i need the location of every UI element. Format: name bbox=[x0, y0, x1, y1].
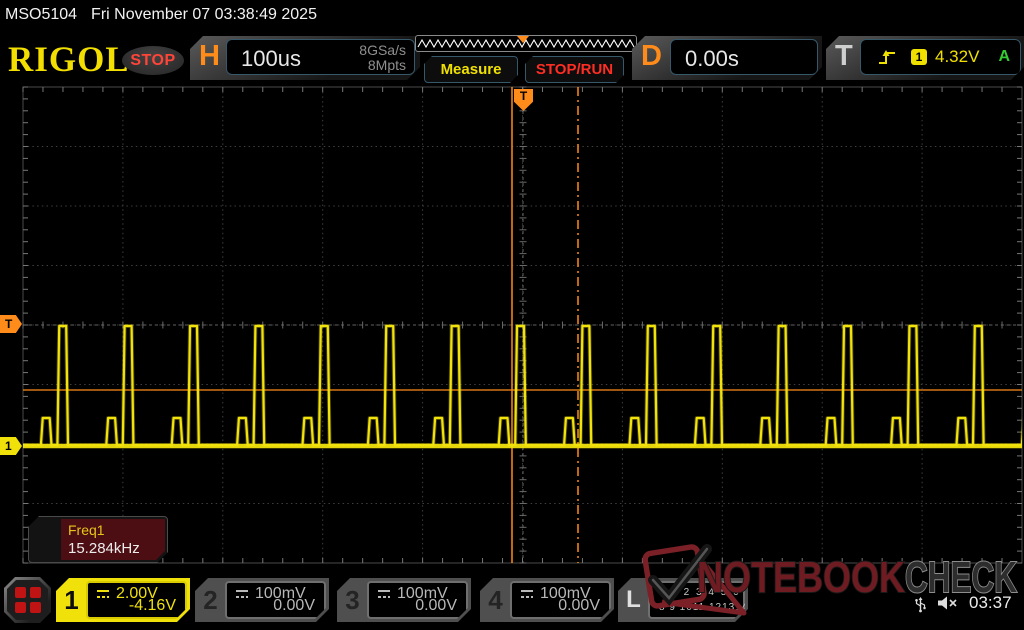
channel1-ground-flag-label: 1 bbox=[5, 439, 12, 453]
channel-1-offset: -4.16V bbox=[129, 597, 176, 615]
dc-coupling-icon bbox=[376, 588, 392, 600]
oscilloscope-screen: MSO5104 Fri November 07 03:38:49 2025 RI… bbox=[0, 0, 1024, 630]
speaker-muted-icon bbox=[936, 595, 960, 611]
channel-tab-4[interactable]: 4 100mV 0.00V bbox=[480, 578, 614, 622]
trigger-level-flag-label: T bbox=[5, 317, 12, 331]
channel-4-offset: 0.00V bbox=[558, 597, 600, 615]
logic-analyzer-tab[interactable]: L 0 1 2 3 4 5 6 7 8 9 1011 12131415 bbox=[618, 578, 748, 622]
usb-icon bbox=[914, 594, 927, 613]
channel-2-number: 2 bbox=[195, 578, 226, 622]
measurement-panel[interactable]: Freq1 15.284kHz bbox=[28, 516, 168, 563]
channel-tab-3[interactable]: 3 100mV 0.00V bbox=[337, 578, 471, 622]
channel-1-readout: 2.00V -4.16V bbox=[86, 581, 187, 619]
channel-tab-2[interactable]: 2 100mV 0.00V bbox=[195, 578, 329, 622]
main-menu-grid-icon bbox=[7, 580, 48, 620]
channel-3-number: 3 bbox=[337, 578, 368, 622]
dc-coupling-icon bbox=[95, 588, 111, 600]
measurement-value: 15.284kHz bbox=[68, 540, 140, 557]
clock-time: 03:37 bbox=[969, 593, 1012, 613]
channel-3-offset: 0.00V bbox=[415, 597, 457, 615]
dc-coupling-icon bbox=[519, 588, 535, 600]
logic-channels-readout: 0 1 2 3 4 5 6 7 8 9 1011 12131415 bbox=[648, 581, 745, 619]
logic-digits-row2: 8 9 1011 12131415 bbox=[659, 602, 761, 613]
main-menu-button[interactable] bbox=[4, 577, 51, 623]
channel-3-readout: 100mV 0.00V bbox=[367, 581, 468, 619]
trigger-position-flag-label: T bbox=[520, 89, 527, 103]
channel-status-bar: 1 2.00V -4.16V 2 bbox=[0, 575, 1024, 630]
status-icons: 03:37 bbox=[914, 593, 1012, 613]
channel-2-readout: 100mV 0.00V bbox=[225, 581, 326, 619]
channel-2-offset: 0.00V bbox=[273, 597, 315, 615]
channel-1-number: 1 bbox=[56, 578, 87, 622]
logic-digits-row1: 0 1 2 3 4 5 6 7 bbox=[659, 587, 753, 598]
measurement-inner: Freq1 15.284kHz bbox=[61, 519, 165, 560]
channel1-waveform-trace bbox=[23, 326, 1024, 446]
logic-tab-label: L bbox=[618, 578, 649, 622]
measurement-label: Freq1 bbox=[68, 522, 105, 538]
channel-4-readout: 100mV 0.00V bbox=[510, 581, 611, 619]
channel-tab-1[interactable]: 1 2.00V -4.16V bbox=[56, 578, 190, 622]
channel-4-number: 4 bbox=[480, 578, 511, 622]
dc-coupling-icon bbox=[234, 588, 250, 600]
